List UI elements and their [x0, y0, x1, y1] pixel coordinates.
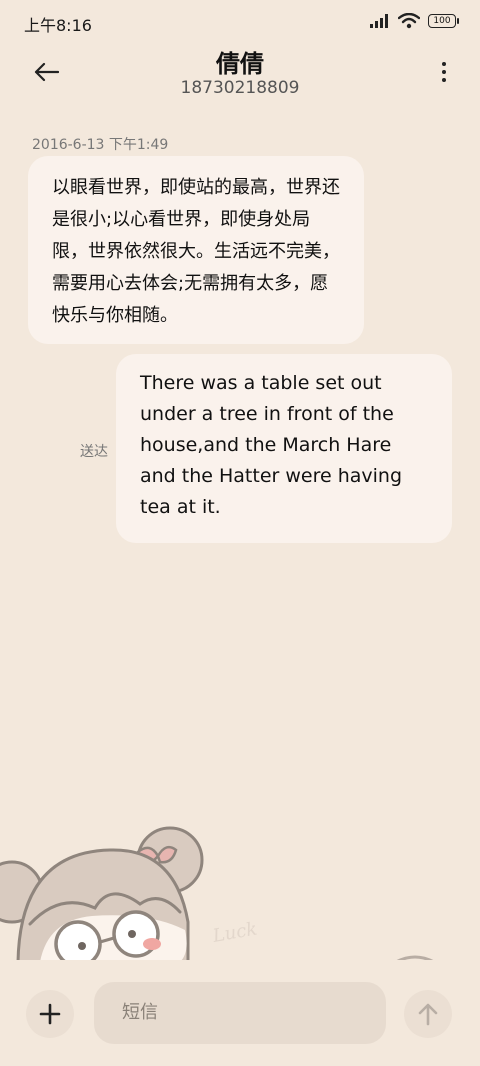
wifi-icon	[398, 13, 420, 29]
status-icons: 100	[370, 13, 459, 29]
battery-icon: 100	[428, 14, 459, 28]
delivery-status: 送达	[80, 444, 108, 460]
send-arrow-up-icon	[418, 1003, 438, 1026]
more-vertical-icon	[442, 62, 446, 66]
message-timestamp: 2016-6-13 下午1:49	[32, 137, 169, 153]
contact-name: 倩倩	[216, 50, 264, 78]
more-options-button[interactable]	[434, 56, 454, 88]
message-composer: 短信	[0, 960, 480, 1066]
contact-phone-number: 18730218809	[180, 78, 300, 98]
sticker-text: Luck	[210, 919, 259, 948]
plus-icon	[39, 1003, 61, 1025]
send-button[interactable]	[404, 990, 452, 1038]
conversation-header: 倩倩 18730218809	[0, 40, 480, 104]
girl-illustration: Luck	[0, 826, 435, 968]
outgoing-message-bubble[interactable]: There was a table set out under a tree i…	[116, 354, 452, 543]
signal-icon	[370, 14, 388, 28]
sms-input[interactable]: 短信	[94, 982, 386, 1044]
status-bar: 上午8:16 100	[0, 0, 480, 44]
incoming-message-bubble[interactable]: 以眼看世界，即使站的最高，世界还是很小;以心看世界，即使身处局限，世界依然很大。…	[28, 156, 364, 344]
add-attachment-button[interactable]	[26, 990, 74, 1038]
background-sticker-illustration: Luck	[0, 812, 480, 968]
status-time: 上午8:16	[24, 16, 92, 35]
